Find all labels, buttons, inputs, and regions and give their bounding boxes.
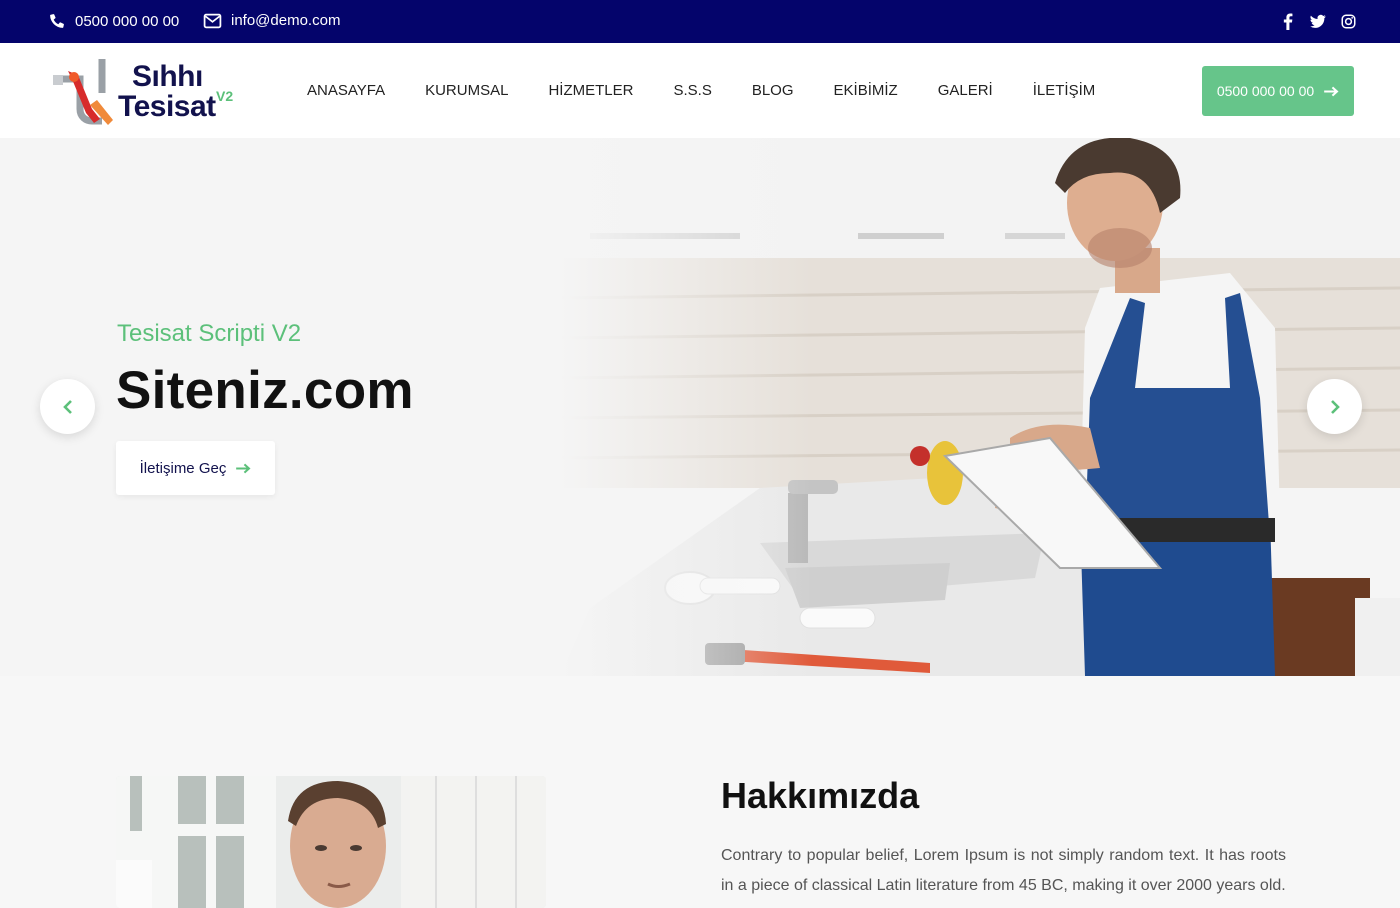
nav-item-kurumsal[interactable]: KURUMSAL <box>425 82 508 99</box>
nav-item-iletisim[interactable]: İLETİŞİM <box>1033 82 1096 99</box>
man-portrait-image <box>116 776 546 908</box>
instagram-icon[interactable] <box>1340 12 1356 30</box>
topbar-phone-text: 0500 000 00 00 <box>75 12 180 30</box>
phone-icon <box>50 14 64 28</box>
twitter-icon[interactable] <box>1310 12 1326 30</box>
logo-line2: Tesisat <box>118 90 216 123</box>
hero-title: Siteniz.com <box>116 361 414 420</box>
facebook-icon[interactable] <box>1280 12 1296 30</box>
social-links <box>1280 12 1356 30</box>
chevron-right-icon <box>1330 399 1340 414</box>
nav-item-galeri[interactable]: GALERİ <box>938 82 993 99</box>
slider-next-button[interactable] <box>1307 379 1362 434</box>
arrow-right-icon <box>236 463 251 473</box>
topbar-phone[interactable]: 0500 000 00 00 <box>48 12 179 30</box>
hero-contact-button[interactable]: İletişime Geç <box>116 441 275 495</box>
hero-contact-label: İletişime Geç <box>139 459 227 477</box>
header-call-label: 0500 000 00 00 <box>1216 83 1315 99</box>
nav-item-anasayfa[interactable]: ANASAYFA <box>307 82 385 99</box>
site-logo[interactable]: Sıhhı Tesisat V2 <box>50 57 240 127</box>
nav-item-ekibimiz[interactable]: EKİBİMİZ <box>834 82 898 99</box>
hero-slider: Tesisat Scripti V2 Siteniz.com İletişime… <box>0 138 1400 676</box>
top-bar: 0500 000 00 00 info@demo.com <box>0 0 1400 43</box>
main-nav: ANASAYFA KURUMSAL HİZMETLER S.S.S BLOG E… <box>307 82 1135 99</box>
envelope-icon <box>203 13 222 28</box>
topbar-email[interactable]: info@demo.com <box>203 12 340 29</box>
main-header: Sıhhı Tesisat V2 ANASAYFA KURUMSAL HİZME… <box>0 43 1400 138</box>
logo-line1: Sıhhı <box>132 60 203 93</box>
chevron-left-icon <box>62 399 72 414</box>
nav-item-blog[interactable]: BLOG <box>752 82 794 99</box>
nav-item-sss[interactable]: S.S.S <box>673 82 711 99</box>
logo-version: V2 <box>216 88 234 104</box>
about-title: Hakkımızda <box>721 775 920 816</box>
arrow-right-icon <box>1324 86 1339 96</box>
topbar-email-text: info@demo.com <box>231 12 341 29</box>
nav-item-hizmetler[interactable]: HİZMETLER <box>548 82 633 99</box>
about-image <box>116 776 546 908</box>
header-call-button[interactable]: 0500 000 00 00 <box>1202 66 1354 116</box>
hero-subtitle: Tesisat Scripti V2 <box>117 320 302 347</box>
pipe-wrench-logo-icon <box>53 59 113 125</box>
slider-prev-button[interactable] <box>40 379 95 434</box>
about-text: Contrary to popular belief, Lorem Ipsum … <box>721 847 1286 894</box>
